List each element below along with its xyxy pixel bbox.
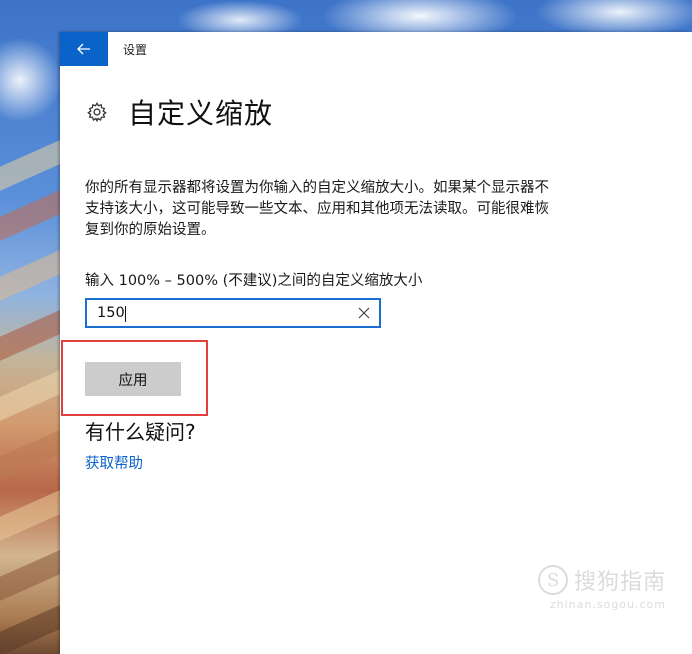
page-header: 自定义缩放 [86, 92, 273, 132]
sogou-logo-icon: S [537, 565, 568, 595]
scale-input-label: 输入 100% – 500% (不建议)之间的自定义缩放大小 [85, 273, 423, 289]
text-caret [125, 306, 126, 322]
settings-window: 设置 自定义缩放 你的所有显示器都将设置为你输入的自定义缩放大小。如果某个显示器… [60, 32, 692, 654]
get-help-link[interactable]: 获取帮助 [85, 452, 143, 473]
back-button[interactable] [60, 32, 108, 66]
close-icon[interactable] [357, 306, 371, 320]
window-title: 设置 [123, 43, 148, 57]
gear-icon [87, 102, 107, 123]
custom-scale-field[interactable] [85, 298, 381, 328]
watermark-logo: S 搜狗指南 [506, 564, 666, 596]
title-bar: 设置 [60, 32, 692, 66]
page-title: 自定义缩放 [128, 97, 274, 130]
apply-button[interactable]: 应用 [85, 362, 181, 396]
custom-scale-input[interactable] [87, 304, 349, 322]
help-heading: 有什么疑问? [85, 420, 196, 444]
watermark-name: 搜狗指南 [573, 570, 666, 595]
watermark-url: zhinan.sogou.com [549, 598, 666, 611]
scaling-warning-text: 你的所有显示器都将设置为你输入的自定义缩放大小。如果某个显示器不支持该大小，这可… [85, 180, 549, 238]
arrow-left-icon [77, 43, 90, 55]
sogou-watermark: S 搜狗指南 zhinan.sogou.com [506, 564, 666, 611]
